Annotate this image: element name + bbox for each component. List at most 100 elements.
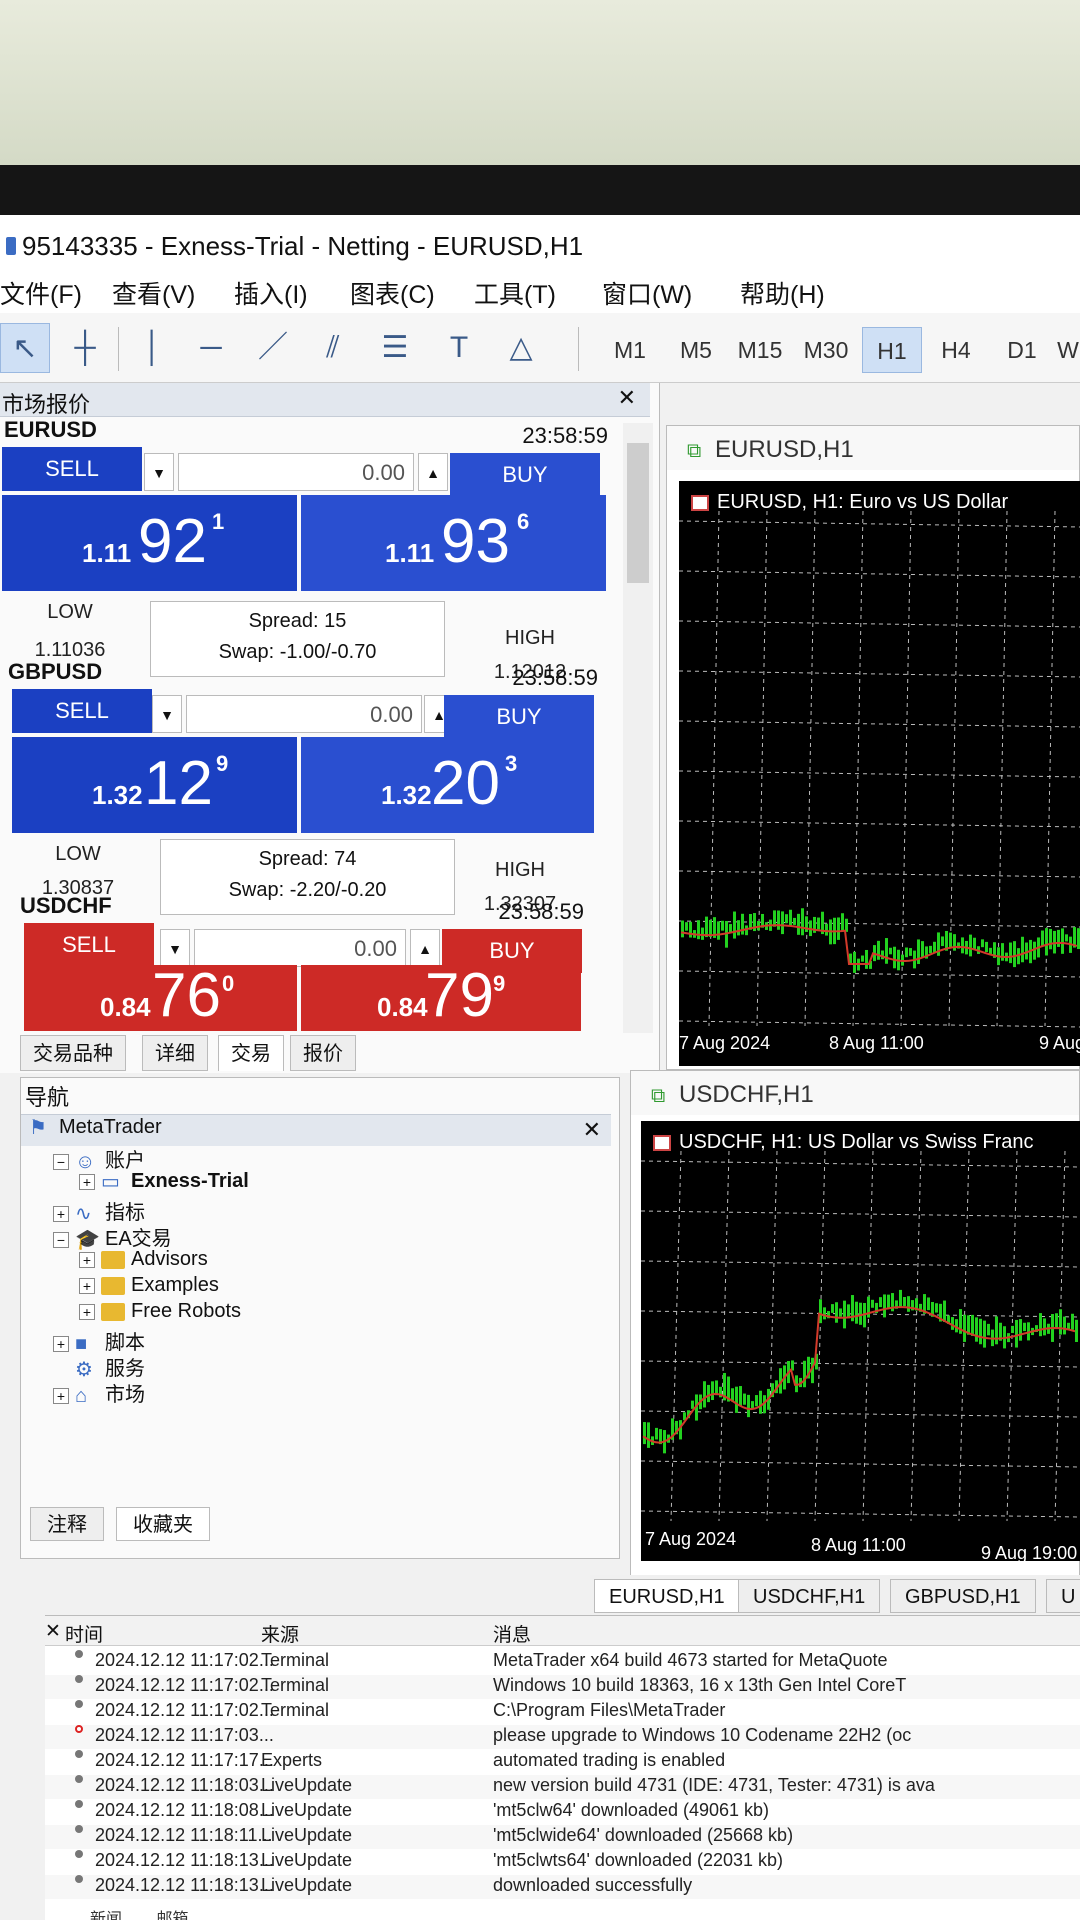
lot-up-icon[interactable]: ▲ xyxy=(418,453,448,491)
horizontal-line-icon[interactable]: ─ xyxy=(186,323,236,373)
menu-view[interactable]: 查看(V) xyxy=(112,275,195,311)
navigator-root[interactable]: ⚑ MetaTrader xyxy=(29,1116,162,1139)
navigator-item[interactable]: + Advisors xyxy=(79,1248,208,1271)
scrollbar-thumb[interactable] xyxy=(627,443,649,583)
collapse-icon[interactable]: − xyxy=(53,1232,69,1248)
tab-chart-usdchf[interactable]: USDCHF,H1 xyxy=(738,1579,881,1613)
journal-row[interactable]: 2024.12.12 11:18:13... LiveUpdate download… xyxy=(45,1875,1080,1899)
navigator-item[interactable]: + ■ 脚本 xyxy=(53,1326,145,1355)
chart-canvas[interactable]: EURUSD, H1: Euro vs US Dollar 7 Aug 2024… xyxy=(678,481,1080,1066)
menu-insert[interactable]: 插入(I) xyxy=(234,275,308,311)
candle xyxy=(839,1308,842,1317)
tab-chart-gbpusd[interactable]: GBPUSD,H1 xyxy=(890,1579,1036,1613)
chart-canvas[interactable]: USDCHF, H1: US Dollar vs Swiss Franc 7 A… xyxy=(640,1121,1080,1563)
timeframe-m1[interactable]: M1 xyxy=(600,327,660,373)
sell-button[interactable]: SELL xyxy=(12,689,152,733)
crosshair-icon[interactable]: ┼ xyxy=(60,323,110,373)
close-icon[interactable]: ✕ xyxy=(618,385,636,411)
ask-price[interactable]: 1.32 20 3 xyxy=(301,737,594,833)
tab-mailbox[interactable]: 邮箱 xyxy=(156,1911,188,1920)
journal-row[interactable]: 2024.12.12 11:18:08... LiveUpdate 'mt5clw6… xyxy=(45,1800,1080,1824)
journal-row[interactable]: 2024.12.12 11:18:13... LiveUpdate 'mt5clwt… xyxy=(45,1850,1080,1874)
trendline-icon[interactable]: ／ xyxy=(248,323,298,373)
buy-button[interactable]: BUY xyxy=(444,695,594,739)
timeframe-m15[interactable]: M15 xyxy=(730,327,790,373)
navigator-item[interactable]: + ▭ Exness-Trial xyxy=(79,1170,249,1193)
journal-row[interactable]: 2024.12.12 11:17:02... Terminal MetaTrader… xyxy=(45,1650,1080,1674)
navigator-item-label: Advisors xyxy=(131,1248,208,1270)
tab-favorites[interactable]: 收藏夹 xyxy=(116,1507,210,1541)
expand-icon[interactable]: + xyxy=(53,1388,69,1404)
text-icon[interactable]: T xyxy=(434,323,484,373)
tab-chart-eurusd[interactable]: EURUSD,H1 xyxy=(594,1579,740,1613)
bid-price[interactable]: 1.11 92 1 xyxy=(2,495,297,591)
navigator-item[interactable]: − 🎓 EA交易 xyxy=(53,1222,172,1251)
journal-row[interactable]: 2024.12.12 11:17:02... Terminal C:\Program… xyxy=(45,1700,1080,1724)
navigator-item-label: Exness-Trial xyxy=(131,1170,249,1192)
navigator-item[interactable]: + Examples xyxy=(79,1274,219,1297)
navigator-item[interactable]: + ∿ 指标 xyxy=(53,1196,145,1225)
sell-button[interactable]: SELL xyxy=(2,447,142,491)
collapse-icon[interactable]: − xyxy=(53,1154,69,1170)
lot-input[interactable]: 0.00 xyxy=(186,695,422,733)
menu-help[interactable]: 帮助(H) xyxy=(740,275,825,311)
market-watch-scrollbar[interactable] xyxy=(623,423,653,1033)
tab-chart-more[interactable]: U xyxy=(1046,1579,1080,1613)
lot-input[interactable]: 0.00 xyxy=(178,453,414,491)
lot-input[interactable]: 0.00 xyxy=(194,929,406,967)
navigator-item-label: Examples xyxy=(131,1274,219,1296)
buy-button[interactable]: BUY xyxy=(450,453,600,497)
menu-charts[interactable]: 图表(C) xyxy=(350,275,435,311)
tab-symbols[interactable]: 交易品种 xyxy=(20,1035,126,1071)
expand-icon[interactable]: + xyxy=(79,1304,95,1320)
market-watch-header: 市场报价 ✕ xyxy=(0,383,650,417)
ask-price[interactable]: 1.11 93 6 xyxy=(301,495,606,591)
channel-icon[interactable]: ⫽ xyxy=(308,323,358,373)
fibonacci-icon[interactable]: ☰ xyxy=(370,323,420,373)
window-title: 95143335 - Exness-Trial - Netting - EURU… xyxy=(22,231,584,261)
journal-row[interactable]: 2024.12.12 11:17:17... Experts automated t… xyxy=(45,1750,1080,1774)
shapes-icon[interactable]: △ xyxy=(496,323,546,373)
timeframe-w1[interactable]: W xyxy=(1056,327,1080,373)
navigator-item-label: 账户 xyxy=(105,1150,145,1172)
candle xyxy=(691,1400,694,1409)
navigator-item[interactable]: − ☺ 账户 xyxy=(53,1144,145,1173)
expand-icon[interactable]: + xyxy=(53,1336,69,1352)
navigator-item[interactable]: ⚙ 服务 xyxy=(53,1352,145,1381)
expand-icon[interactable]: + xyxy=(79,1278,95,1294)
menu-tools[interactable]: 工具(T) xyxy=(474,275,556,311)
menu-window[interactable]: 窗口(W) xyxy=(602,275,692,311)
expand-icon[interactable]: + xyxy=(79,1174,95,1190)
candle xyxy=(899,1289,902,1308)
vertical-line-icon[interactable]: │ xyxy=(128,323,178,373)
tab-news[interactable]: 新闻 xyxy=(90,1911,122,1920)
sell-button[interactable]: SELL xyxy=(24,923,154,967)
menu-file[interactable]: 文件(F) xyxy=(0,275,82,311)
ask-price[interactable]: 0.84 79 9 xyxy=(301,961,581,1031)
tab-trading[interactable]: 交易 xyxy=(218,1035,284,1071)
cursor-icon[interactable]: ↖ xyxy=(0,323,50,373)
expand-icon[interactable]: + xyxy=(53,1206,69,1222)
bid-price-big: 76 xyxy=(152,961,221,1030)
navigator-item[interactable]: + Free Robots xyxy=(79,1300,241,1323)
timeframe-m5[interactable]: M5 xyxy=(666,327,726,373)
close-icon[interactable]: ✕ xyxy=(583,1117,601,1143)
tab-details[interactable]: 详细 xyxy=(142,1035,208,1071)
lot-dropdown-icon[interactable]: ▼ xyxy=(144,453,174,491)
journal-row[interactable]: 2024.12.12 11:17:03... please upgrade to … xyxy=(45,1725,1080,1749)
bid-price[interactable]: 0.84 76 0 xyxy=(24,961,297,1031)
navigator-item[interactable]: + ⌂ 市场 xyxy=(53,1378,145,1407)
tab-common[interactable]: 注释 xyxy=(30,1507,104,1541)
close-icon[interactable]: ✕ xyxy=(45,1620,61,1643)
timeframe-h4[interactable]: H4 xyxy=(926,327,986,373)
expand-icon[interactable]: + xyxy=(79,1252,95,1268)
timeframe-h1[interactable]: H1 xyxy=(862,327,922,373)
timeframe-d1[interactable]: D1 xyxy=(992,327,1052,373)
tab-ticks[interactable]: 报价 xyxy=(290,1035,356,1071)
journal-row[interactable]: 2024.12.12 11:18:03... LiveUpdate new vers… xyxy=(45,1775,1080,1799)
journal-row[interactable]: 2024.12.12 11:17:02... Terminal Windows 10… xyxy=(45,1675,1080,1699)
lot-dropdown-icon[interactable]: ▼ xyxy=(152,695,182,733)
journal-row[interactable]: 2024.12.12 11:18:11... LiveUpdate 'mt5clwi… xyxy=(45,1825,1080,1849)
timeframe-m30[interactable]: M30 xyxy=(796,327,856,373)
bid-price[interactable]: 1.32 12 9 xyxy=(12,737,297,833)
